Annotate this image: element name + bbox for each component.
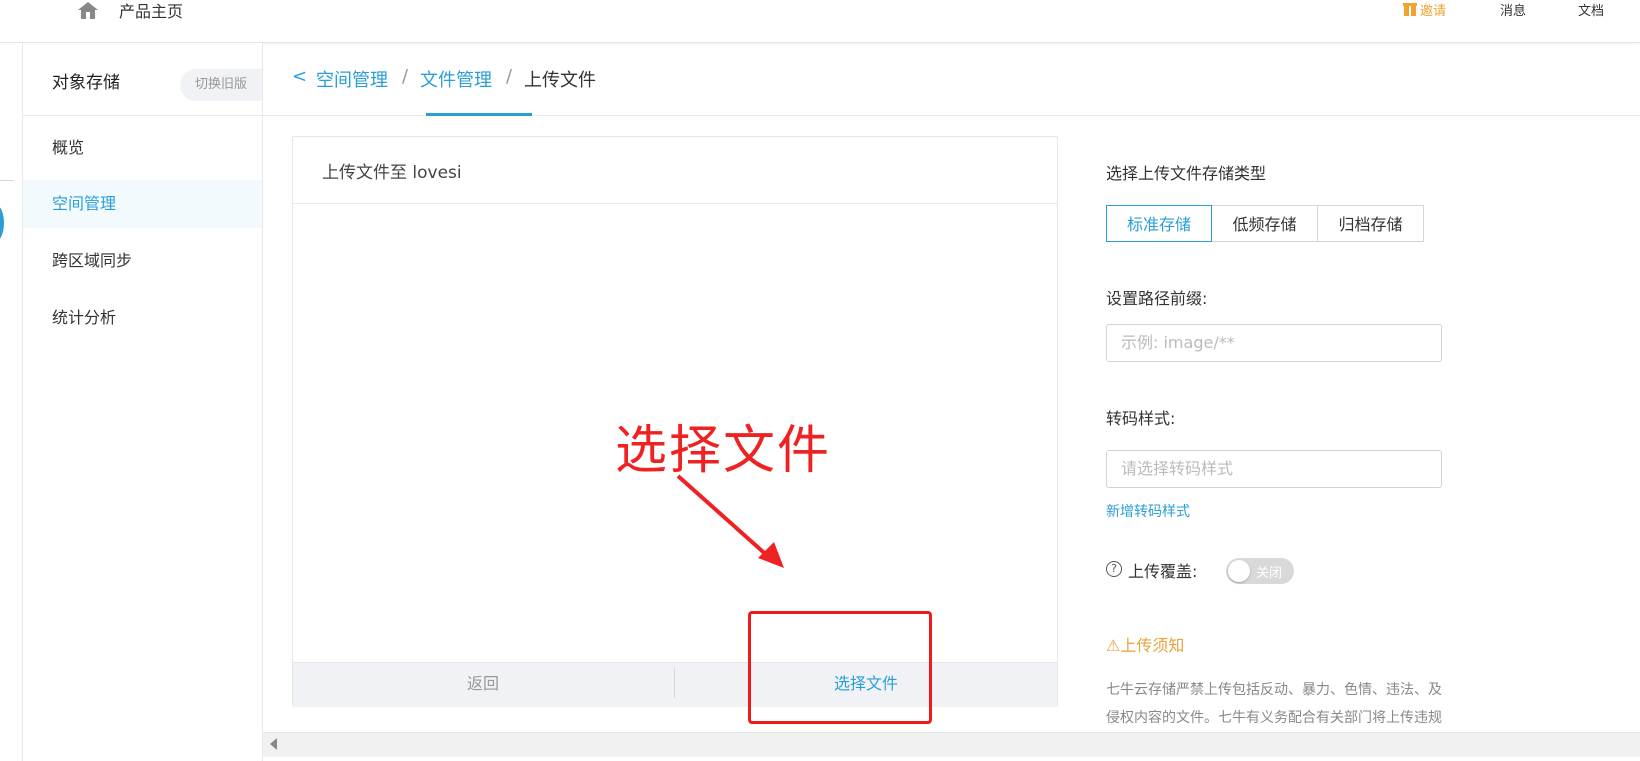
breadcrumb-file-management[interactable]: 文件管理 [420, 66, 492, 92]
switch-old-version-button[interactable]: 切换旧版 [180, 69, 262, 101]
breadcrumb-space-management[interactable]: 空间管理 [316, 66, 388, 92]
horizontal-scrollbar[interactable] [263, 732, 1640, 757]
sidebar-title: 对象存储 [52, 73, 120, 93]
toggle-knob [1228, 560, 1250, 582]
overwrite-label: 上传覆盖: [1128, 562, 1198, 581]
left-rail [0, 43, 23, 761]
storage-type-archive[interactable]: 归档存储 [1317, 205, 1424, 242]
sidebar-item-cross-region-sync[interactable]: 跨区域同步 [23, 237, 262, 285]
breadcrumb-active-underline [426, 113, 532, 116]
rail-divider [0, 180, 14, 181]
sidebar-item-statistics[interactable]: 统计分析 [23, 294, 262, 342]
storage-type-infrequent[interactable]: 低频存储 [1211, 205, 1318, 242]
scroll-left-arrow-icon[interactable] [270, 738, 277, 750]
upload-notice-title: ⚠上传须知 [1106, 636, 1185, 655]
transcode-label: 转码样式: [1106, 409, 1176, 428]
messages-link[interactable]: 消息 [1500, 0, 1526, 19]
gift-icon [1403, 3, 1417, 16]
sidebar-item-overview[interactable]: 概览 [23, 124, 262, 172]
back-chevron-icon[interactable]: < [292, 66, 307, 87]
upload-panel-title: 上传文件至 lovesi [322, 163, 462, 183]
storage-type-label: 选择上传文件存储类型 [1106, 164, 1267, 183]
top-bar [0, 0, 1640, 43]
breadcrumb-separator: / [402, 66, 409, 87]
back-button[interactable]: 返回 [293, 662, 673, 706]
help-icon[interactable]: ? [1106, 561, 1122, 577]
breadcrumb-upload-file: 上传文件 [524, 70, 596, 91]
home-icon[interactable] [76, 0, 100, 20]
invite-link[interactable]: 邀请 [1420, 0, 1446, 19]
prefix-input[interactable]: 示例: image/** [1106, 324, 1442, 362]
annotation-highlight-box [748, 611, 932, 724]
sidebar-item-space-management[interactable]: 空间管理 [23, 180, 262, 228]
product-home-link[interactable]: 产品主页 [119, 0, 183, 22]
breadcrumb-separator: / [506, 66, 513, 87]
upload-notice-text: 七牛云存储严禁上传包括反动、暴力、色情、违法、及侵权内容的文件。七牛有义务配合有… [1106, 682, 1442, 726]
annotation-arrow-icon [676, 474, 784, 568]
add-transcode-link[interactable]: 新增转码样式 [1106, 501, 1190, 521]
prefix-label: 设置路径前缀: [1106, 289, 1208, 308]
transcode-select[interactable]: 请选择转码样式 [1106, 450, 1442, 488]
docs-link[interactable]: 文档 [1578, 0, 1604, 19]
overwrite-state: 关闭 [1256, 566, 1283, 581]
storage-type-standard[interactable]: 标准存储 [1106, 205, 1212, 242]
